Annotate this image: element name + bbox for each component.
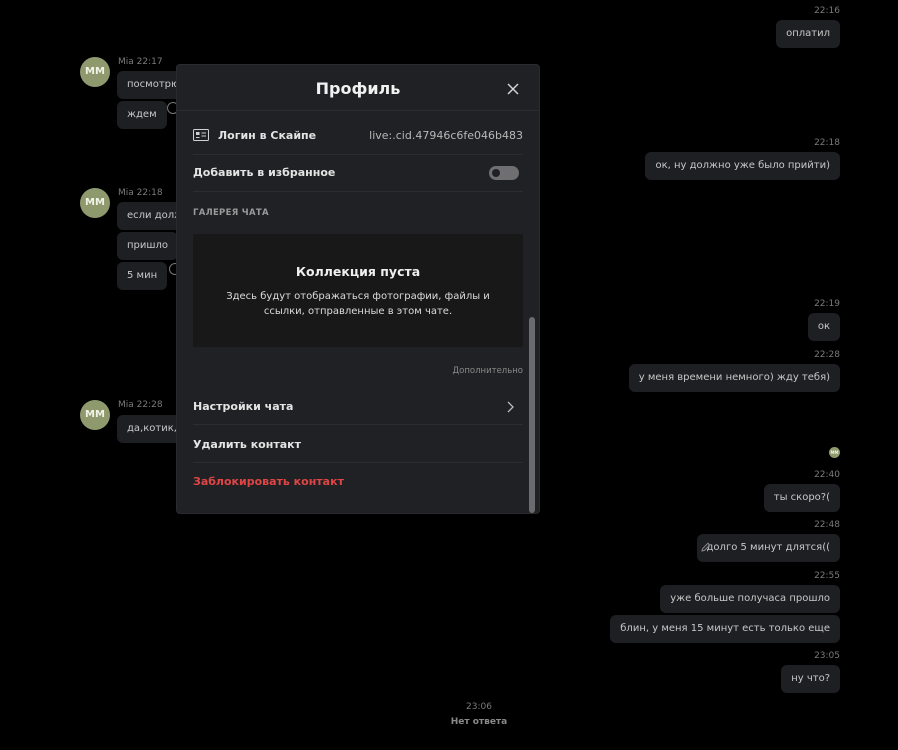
skype-login-label: Логин в Скайпе — [218, 129, 317, 142]
scrollbar[interactable] — [529, 317, 535, 513]
call-time: 23:06 — [466, 702, 492, 712]
toggle-knob — [492, 169, 500, 177]
divider — [193, 154, 523, 155]
message-meta: Mia 22:18 — [118, 188, 163, 198]
seen-avatar: MM — [829, 447, 840, 458]
message-time: 22:28 — [814, 350, 840, 360]
chat-gallery: Коллекция пуста Здесь будут отображаться… — [193, 234, 523, 347]
outgoing-message[interactable]: ты скоро?( — [763, 484, 840, 512]
message-time: 22:55 — [814, 571, 840, 581]
favorite-toggle[interactable] — [489, 166, 519, 180]
gallery-empty-title: Коллекция пуста — [295, 264, 421, 279]
gallery-section-label: ГАЛЕРЕЯ ЧАТА — [193, 208, 269, 218]
profile-dialog: Профиль Логин в Скайпе live:.cid.47946c6… — [177, 65, 539, 513]
incoming-message[interactable]: пришло — [117, 232, 179, 260]
message-meta: Mia 22:28 — [118, 400, 163, 410]
edit-icon[interactable] — [700, 541, 712, 553]
divider — [193, 191, 523, 192]
outgoing-message[interactable]: ну что? — [781, 665, 840, 693]
chat-settings-item[interactable]: Настройки чата — [193, 400, 293, 413]
more-link[interactable]: Дополнительно — [417, 366, 524, 376]
message-time: 22:48 — [814, 520, 840, 530]
id-card-icon — [193, 129, 209, 141]
outgoing-message[interactable]: долго 5 минут длятся(( — [696, 534, 840, 562]
outgoing-message[interactable]: ок — [807, 313, 840, 341]
incoming-message[interactable]: 5 мин — [117, 262, 168, 290]
message-time: 22:19 — [814, 299, 840, 309]
divider — [177, 110, 539, 111]
outgoing-message[interactable]: у меня времени немного) жду тебя) — [628, 364, 840, 392]
favorite-label: Добавить в избранное — [193, 166, 336, 179]
gallery-empty-text: Здесь будут отображаться фотографии, фай… — [226, 291, 490, 317]
dialog-title: Профиль — [315, 79, 401, 98]
avatar[interactable]: MM — [80, 57, 110, 87]
delete-contact-item[interactable]: Удалить контакт — [193, 438, 301, 451]
divider — [193, 424, 523, 425]
avatar[interactable]: MM — [80, 188, 110, 218]
outgoing-message[interactable]: уже больше получаса прошло — [660, 585, 840, 613]
outgoing-message[interactable]: блин, у меня 15 минут есть только еще — [610, 615, 840, 643]
avatar[interactable]: MM — [80, 400, 110, 430]
message-meta: Mia 22:17 — [118, 57, 163, 67]
message-time: 22:16 — [814, 6, 840, 16]
message-time: 23:05 — [814, 651, 840, 661]
outgoing-message[interactable]: ок, ну должно уже было прийти) — [645, 152, 840, 180]
outgoing-message[interactable]: оплатил — [776, 20, 840, 48]
skype-login-value[interactable]: live:.cid.47946c6fe046b483 — [369, 129, 523, 142]
incoming-message[interactable]: ждем — [117, 101, 167, 129]
chevron-right-icon[interactable] — [505, 400, 515, 414]
message-time: 22:40 — [814, 470, 840, 480]
call-status: Нет ответа — [450, 717, 508, 727]
divider — [193, 462, 523, 463]
close-icon[interactable] — [505, 81, 521, 97]
block-contact-item[interactable]: Заблокировать контакт — [193, 475, 344, 488]
message-time: 22:18 — [814, 138, 840, 148]
